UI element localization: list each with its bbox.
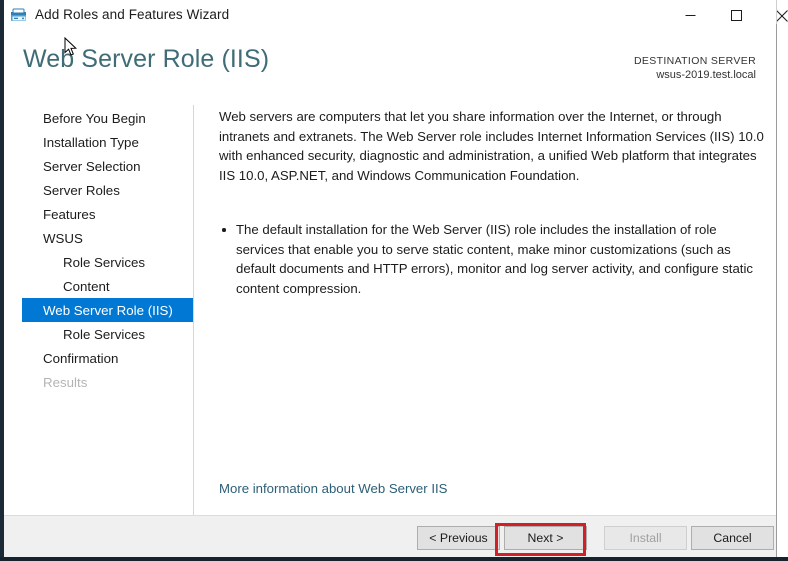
sidebar-item-role-services[interactable]: Role Services [22, 250, 193, 274]
previous-button[interactable]: < Previous [417, 526, 500, 550]
sidebar-item-wsus[interactable]: WSUS [22, 226, 193, 250]
more-information-link[interactable]: More information about Web Server IIS [219, 481, 447, 496]
sidebar-item-role-services[interactable]: Role Services [22, 322, 193, 346]
window-title: Add Roles and Features Wizard [35, 7, 230, 22]
sidebar-item-server-selection[interactable]: Server Selection [22, 154, 193, 178]
add-roles-wizard-window: Add Roles and Features Wizard Web Server… [0, 0, 788, 561]
wizard-footer: < Previous Next > Install Cancel [4, 515, 776, 558]
window-topright-edge [776, 0, 777, 24]
sidebar-item-results: Results [43, 374, 88, 390]
destination-server-name: wsus-2019.test.local [656, 69, 756, 81]
content-pane: Web servers are computers that let you s… [194, 100, 776, 515]
close-icon[interactable] [759, 0, 788, 31]
title-bar: Add Roles and Features Wizard [4, 0, 788, 31]
wizard-body: Before You Begin Installation Type Server … [4, 100, 776, 517]
destination-server-label: DESTINATION SERVER [633, 55, 756, 67]
sidebar-item-content[interactable]: Content [22, 274, 193, 298]
destination-server-block: DESTINATION SERVER wsus-2019.test.local [634, 54, 756, 83]
cancel-button[interactable]: Cancel [691, 526, 774, 550]
maximize-icon[interactable] [713, 0, 759, 31]
sidebar-item-before-you-begin[interactable]: Before You Begin [22, 106, 193, 130]
sidebar-item-features[interactable]: Features [22, 202, 193, 226]
install-button: Install [604, 526, 687, 550]
page-header: Web Server Role (IIS) DESTINATION SERVER… [4, 31, 776, 100]
bullet-list: The default installation for the Web Ser… [219, 220, 764, 298]
next-button[interactable]: Next > [504, 526, 587, 550]
intro-paragraph: Web servers are computers that let you s… [219, 109, 764, 183]
window-bottom-edge [0, 557, 788, 561]
sidebar-item-installation-type[interactable]: Installation Type [22, 130, 193, 154]
window-left-edge [0, 0, 4, 561]
sidebar-item-server-roles[interactable]: Server Roles [22, 178, 193, 202]
sidebar-item-web-server-role-iis[interactable]: Web Server Role (IIS) [22, 298, 193, 322]
bullet-item: The default installation for the Web Ser… [219, 220, 764, 298]
sidebar-item-confirmation[interactable]: Confirmation [22, 346, 193, 370]
wizard-step-nav: Before You Begin Installation Type Server … [4, 100, 193, 515]
window-right-edge [776, 24, 777, 557]
page-title: Web Server Role (IIS) [23, 45, 270, 73]
minimize-icon[interactable] [667, 0, 713, 31]
server-roles-icon [10, 7, 28, 24]
